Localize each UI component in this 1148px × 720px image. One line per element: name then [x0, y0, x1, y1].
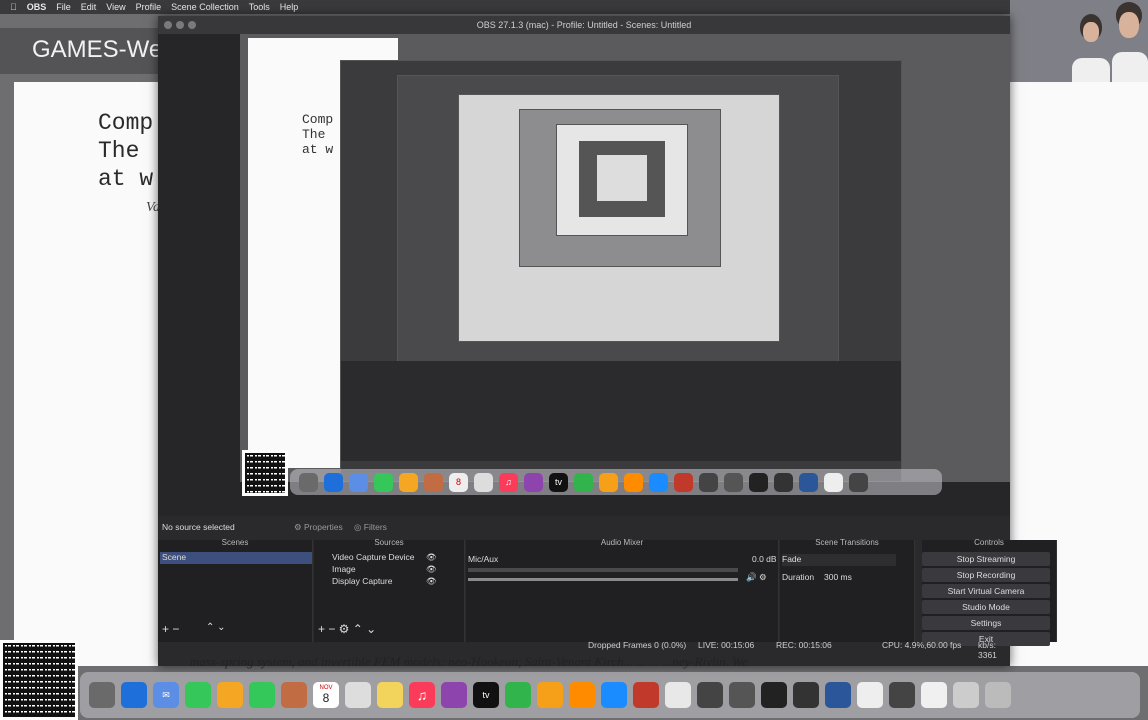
scene-reorder-buttons[interactable]: ⌃ ⌄ — [206, 622, 226, 633]
mixer-track-name: Mic/Aux — [468, 554, 499, 564]
pocketmochi-icon[interactable] — [633, 682, 659, 708]
pages-icon[interactable] — [569, 682, 595, 708]
finder-icon[interactable] — [89, 682, 115, 708]
menu-view[interactable]: View — [106, 2, 125, 12]
mixer-level: 0.0 dB — [752, 554, 777, 564]
start-virtual-camera-button[interactable]: Start Virtual Camera — [922, 584, 1050, 598]
calendar-icon[interactable]: NOV 8 — [313, 682, 339, 708]
scene-add-button[interactable]: + − — [162, 622, 179, 636]
qr-code-icon — [0, 640, 78, 720]
dock-preview-strip: 8 ♫ tv — [290, 469, 942, 495]
slide-title-line-2: The — [98, 138, 140, 164]
visibility-eye-icon[interactable]: 👁 — [426, 576, 437, 587]
contacts-icon[interactable] — [281, 682, 307, 708]
studio-mode-button[interactable]: Studio Mode — [922, 600, 1050, 614]
safari-icon[interactable] — [121, 682, 147, 708]
menu-tools[interactable]: Tools — [249, 2, 270, 12]
apple-menu-icon[interactable]:  — [10, 2, 17, 12]
stop-streaming-button[interactable]: Stop Streaming — [922, 552, 1050, 566]
keynote-icon[interactable] — [537, 682, 563, 708]
visibility-eye-icon[interactable]: 👁 — [426, 552, 437, 563]
messages-icon[interactable] — [249, 682, 275, 708]
transition-select[interactable]: Fade — [782, 554, 896, 566]
stop-recording-button[interactable]: Stop Recording — [922, 568, 1050, 582]
source-add-button[interactable]: + − ⚙ ⌃ ⌄ — [318, 622, 376, 636]
mixer-volume-slider[interactable] — [468, 578, 738, 581]
scenes-panel: Scenes Scene + − ⌃ ⌄ — [158, 538, 313, 642]
audio-mixer-panel: Audio Mixer Mic/Aux 0.0 dB 🔊 ⚙ — [466, 538, 779, 642]
menu-edit[interactable]: Edit — [81, 2, 97, 12]
menu-help[interactable]: Help — [280, 2, 299, 12]
notes-icon[interactable] — [377, 682, 403, 708]
mail-icon[interactable]: ✉ — [153, 682, 179, 708]
mindnode-icon[interactable] — [697, 682, 723, 708]
photos-icon[interactable] — [217, 682, 243, 708]
audio-mixer-header: Audio Mixer — [600, 538, 644, 547]
menu-app-name[interactable]: OBS — [27, 2, 47, 12]
trash-icon[interactable] — [985, 682, 1011, 708]
controls-panel: Controls Stop Streaming Stop Recording S… — [922, 538, 1057, 646]
preview-icon[interactable] — [665, 682, 691, 708]
obs-lower-panels: No source selected ⚙ Properties ◎ Filter… — [158, 516, 1057, 666]
notes-pen-icon[interactable] — [857, 682, 883, 708]
minimize-window-icon[interactable] — [176, 21, 184, 29]
scene-transitions-header: Scene Transitions — [815, 538, 879, 547]
appletv-icon[interactable]: tv — [473, 682, 499, 708]
duration-value[interactable]: 300 ms — [824, 572, 852, 582]
live-time: LIVE: 00:15:06 — [698, 640, 755, 650]
dropped-frames: Dropped Frames 0 (0.0%) — [588, 640, 687, 650]
numbers-icon[interactable] — [505, 682, 531, 708]
webcam-overlay — [1010, 0, 1148, 82]
source-status: No source selected — [162, 522, 235, 532]
rec-time: REC: 00:15:06 — [776, 640, 832, 650]
macos-menubar:  OBS File Edit View Profile Scene Colle… — [0, 0, 1148, 14]
speaker-icon[interactable]: 🔊 ⚙ — [746, 572, 767, 583]
duration-label: Duration — [782, 572, 815, 582]
facetime-icon[interactable] — [185, 682, 211, 708]
scenes-header: Scenes — [221, 538, 249, 547]
menu-file[interactable]: File — [56, 2, 71, 12]
settings-dock-icon[interactable] — [793, 682, 819, 708]
preview-nested-level-1 — [340, 60, 902, 482]
properties-button[interactable]: ⚙ Properties — [294, 522, 343, 533]
slide-title-line-1: Comp — [98, 110, 154, 136]
macos-dock: ✉ NOV 8 ♫ tv — [80, 672, 1140, 718]
appstore-icon[interactable] — [601, 682, 627, 708]
podcasts-icon[interactable] — [441, 682, 467, 708]
controls-header: Controls — [974, 538, 1004, 547]
obs-window-title: OBS 27.1.3 (mac) - Profile: Untitled - S… — [476, 20, 692, 30]
caption-text: mass-spring system, and invertible FEM m… — [190, 654, 748, 669]
sources-panel: Sources Video Capture Device Image Displ… — [314, 538, 465, 642]
finder-window-icon[interactable] — [953, 682, 979, 708]
zoom-window-icon[interactable] — [188, 21, 196, 29]
sources-header: Sources — [374, 538, 404, 547]
qr-code-icon — [242, 450, 288, 496]
mixer-meter — [468, 568, 738, 572]
status-bar: Dropped Frames 0 (0.0%) LIVE: 00:15:06 R… — [158, 638, 1010, 660]
source-item[interactable]: Image — [332, 564, 356, 574]
filters-button[interactable]: ◎ Filters — [354, 522, 387, 533]
source-item[interactable]: Video Capture Device — [332, 552, 415, 562]
slide-title-line-3: at w — [98, 166, 154, 192]
obs-titlebar: OBS 27.1.3 (mac) - Profile: Untitled - S… — [158, 16, 1010, 34]
menu-profile[interactable]: Profile — [136, 2, 162, 12]
obs-icon[interactable] — [729, 682, 755, 708]
sketch-icon[interactable] — [761, 682, 787, 708]
obs-preview[interactable]: Comp The at w — [240, 34, 1010, 482]
settings-button[interactable]: Settings — [922, 616, 1050, 630]
word-icon[interactable] — [825, 682, 851, 708]
scene-transitions-panel: Scene Transitions Fade Duration 300 ms — [780, 538, 915, 642]
obs-mark-icon[interactable] — [889, 682, 915, 708]
reminders-icon[interactable] — [345, 682, 371, 708]
scene-item[interactable]: Scene — [160, 552, 312, 564]
source-item[interactable]: Display Capture — [332, 576, 392, 586]
menu-scene-collection[interactable]: Scene Collection — [171, 2, 239, 12]
file-icon[interactable] — [921, 682, 947, 708]
close-window-icon[interactable] — [164, 21, 172, 29]
visibility-eye-icon[interactable]: 👁 — [426, 564, 437, 575]
cpu-fps: CPU: 4.9%,60.00 fps — [882, 640, 962, 650]
kbps: kb/s: 3361 — [978, 640, 997, 660]
obs-window: OBS 27.1.3 (mac) - Profile: Untitled - S… — [158, 16, 1057, 666]
music-icon[interactable]: ♫ — [409, 682, 435, 708]
